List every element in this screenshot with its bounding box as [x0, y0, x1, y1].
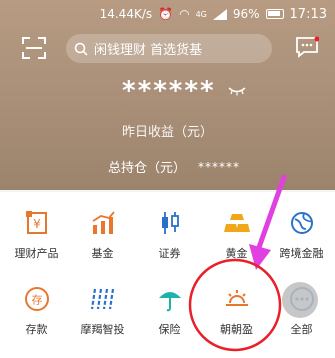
smart-invest-icon: [90, 288, 114, 310]
alarm-icon: ⏰: [158, 7, 174, 21]
menu-item-securities[interactable]: 证券: [136, 210, 203, 261]
eye-closed-icon[interactable]: [228, 86, 246, 96]
function-menu: ¥ 理财产品 基金 证券 黄金 跨境金融 存 存款 摩羯智投 保险 朝朝盈 全部: [0, 192, 335, 358]
signal-icon: [212, 8, 227, 20]
battery-percent: 96%: [232, 7, 260, 21]
holding-row[interactable]: 总持仓（元） ******: [108, 157, 241, 177]
fund-chart-icon: [92, 211, 115, 234]
menu-label: 证券: [158, 247, 181, 260]
candlestick-icon: [161, 212, 179, 234]
svg-text:¥: ¥: [33, 217, 41, 231]
menu-item-gold[interactable]: 黄金: [203, 210, 270, 261]
menu-label: 跨境金融: [279, 247, 324, 260]
globe-icon: [290, 212, 313, 234]
wealth-product-icon: ¥: [25, 211, 47, 234]
menu-item-zhaozhaoying[interactable]: 朝朝盈: [203, 286, 270, 337]
menu-item-all[interactable]: 全部: [268, 286, 335, 337]
search-placeholder: 闲钱理财 首选货基: [94, 43, 203, 58]
search-icon: [74, 42, 88, 56]
umbrella-icon: [158, 292, 181, 312]
menu-item-fund[interactable]: 基金: [69, 210, 136, 261]
holding-value: ******: [198, 159, 241, 174]
menu-label: 黄金: [225, 247, 248, 260]
gold-bars-icon: [223, 214, 250, 232]
menu-item-insurance[interactable]: 保险: [136, 286, 203, 337]
status-bar: 14.44K/s ⏰ ◠ 4G 96% 17:13: [0, 0, 335, 28]
network-type: 4G: [195, 9, 207, 19]
menu-label: 理财产品: [14, 247, 59, 260]
masked-balance: ******: [122, 76, 216, 106]
scan-icon[interactable]: [22, 37, 46, 59]
menu-label: 朝朝盈: [220, 323, 253, 336]
menu-label: 全部: [290, 323, 313, 336]
sunrise-icon: [225, 290, 248, 306]
account-header: 14.44K/s ⏰ ◠ 4G 96% 17:13 闲钱理财 首选货基 ****…: [0, 0, 335, 190]
svg-text:存: 存: [31, 293, 42, 307]
clock: 17:13: [289, 6, 327, 22]
menu-item-smart-invest[interactable]: 摩羯智投: [69, 286, 136, 337]
yesterday-earnings-label: 昨日收益（元）: [121, 125, 213, 140]
message-icon[interactable]: [295, 36, 319, 58]
menu-label: 摩羯智投: [80, 323, 125, 336]
menu-label: 基金: [91, 247, 114, 260]
wifi-icon: ◠: [179, 7, 190, 21]
menu-label: 保险: [158, 323, 181, 336]
search-input[interactable]: 闲钱理财 首选货基: [66, 34, 272, 63]
network-speed: 14.44K/s: [99, 7, 153, 21]
menu-label: 存款: [25, 323, 48, 336]
deposit-icon: 存: [24, 287, 49, 311]
menu-item-cross-border[interactable]: 跨境金融: [268, 210, 335, 261]
holding-label: 总持仓（元）: [108, 161, 187, 176]
more-dots-icon: [289, 287, 314, 311]
battery-icon: [265, 9, 284, 19]
menu-item-deposit[interactable]: 存 存款: [3, 286, 70, 337]
menu-item-wealth-products[interactable]: ¥ 理财产品: [3, 210, 70, 261]
